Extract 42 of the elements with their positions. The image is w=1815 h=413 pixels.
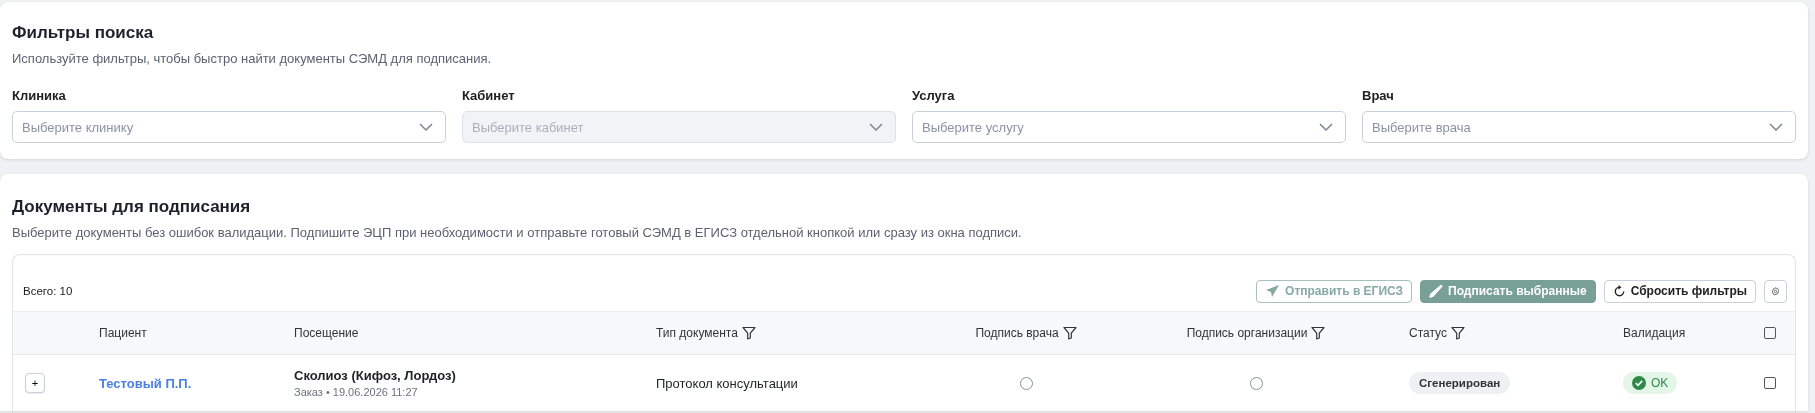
toolbar-button[interactable]: Сбросить фильтры	[1603, 279, 1756, 303]
filter-icon[interactable]	[1062, 326, 1077, 340]
select-field[interactable]: Выберите врача	[1362, 111, 1796, 143]
filter-icon[interactable]	[1450, 326, 1465, 340]
status-badge: Сгенерирован	[1409, 372, 1511, 394]
chevron-down-icon	[869, 123, 883, 131]
filter-icon[interactable]	[1311, 326, 1326, 340]
column-header: Статус	[1409, 326, 1447, 340]
visit-title: Сколиоз (Кифоз, Лордоз)	[294, 368, 456, 383]
document-type: Протокол консультации	[656, 375, 798, 391]
column-header: Пациент	[99, 326, 147, 340]
field-label: Услуга	[912, 87, 955, 105]
settings-button[interactable]	[1764, 279, 1787, 303]
pen-icon	[1429, 284, 1444, 298]
field-label: Кабинет	[462, 87, 515, 105]
validation-badge: OK	[1623, 372, 1678, 394]
select-all-checkbox[interactable]	[1764, 327, 1776, 339]
toolbar-button[interactable]: Подписать выбранные	[1420, 279, 1596, 303]
column-header: Подпись врача	[975, 326, 1059, 340]
total-count: Всего: 10	[23, 285, 73, 297]
chevron-down-icon	[1769, 123, 1783, 131]
section-title: Фильтры поиска	[12, 22, 154, 44]
paper-plane-icon	[1265, 284, 1281, 298]
column-header: Валидация	[1623, 326, 1686, 340]
chevron-down-icon	[1319, 123, 1333, 131]
visit-meta: Заказ • 19.06.2026 11:27	[294, 386, 418, 398]
field-label: Врач	[1362, 87, 1394, 105]
chevron-down-icon	[419, 123, 433, 131]
section-title: Документы для подписания	[12, 196, 251, 218]
column-header: Тип документа	[656, 326, 738, 340]
row-checkbox[interactable]	[1764, 377, 1776, 389]
patient-link[interactable]: Тестовый П.П.	[99, 375, 192, 391]
column-header: Подпись организации	[1186, 326, 1308, 340]
select-field[interactable]: Выберите клинику	[12, 111, 446, 143]
refresh-icon	[1612, 284, 1626, 298]
column-header: Посещение	[294, 326, 359, 340]
expand-button[interactable]: +	[25, 373, 45, 393]
section-description: Используйте фильтры, чтобы быстро найти документы СЭМД для подписания.	[12, 50, 492, 68]
filter-icon[interactable]	[741, 326, 756, 340]
section-description: Выберите документы без ошибок валидации. Подпишите ЭЦП при необходимости и отправьте готовый СЭМД в ЕГИСЗ отдельной кнопкой или сразу из окна подписи.	[12, 224, 1022, 242]
select-field[interactable]: Выберите услугу	[912, 111, 1346, 143]
field-label: Клиника	[12, 87, 66, 105]
